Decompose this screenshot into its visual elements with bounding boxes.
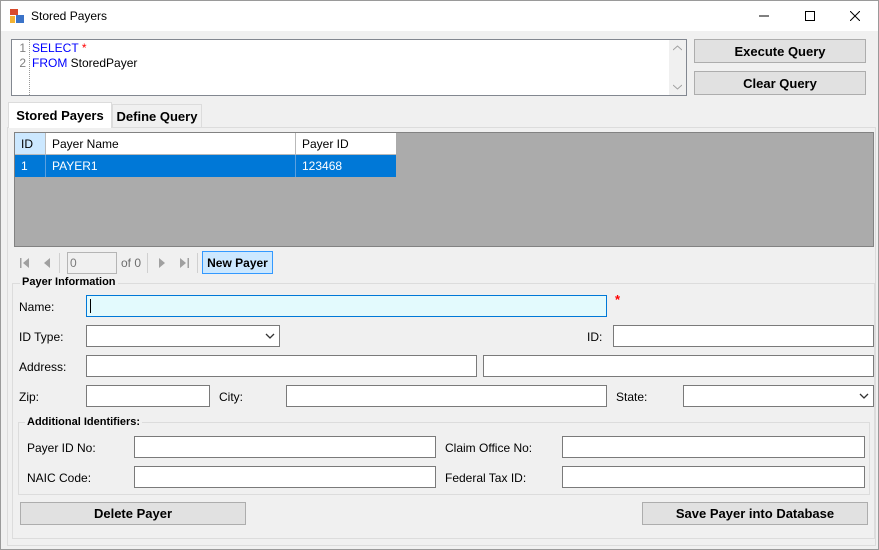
zip-label: Zip: — [19, 390, 40, 404]
maximize-icon — [805, 11, 815, 21]
sql-scrollbar[interactable] — [669, 40, 686, 95]
line-number-gutter: 1 2 — [12, 40, 30, 95]
execute-query-button[interactable]: Execute Query — [694, 39, 866, 63]
id-label: ID: — [587, 330, 603, 344]
naic-code-label: NAIC Code: — [27, 471, 92, 485]
payers-grid[interactable]: ID Payer Name Payer ID 1 PAYER1 123468 — [14, 132, 874, 247]
city-input[interactable] — [286, 385, 607, 407]
cell-payer-id[interactable]: 123468 — [296, 155, 396, 177]
title-bar[interactable]: Stored Payers — [1, 1, 878, 31]
close-button[interactable] — [832, 1, 878, 31]
state-select[interactable] — [683, 385, 874, 407]
chevron-down-icon — [859, 393, 869, 399]
record-count-label: of 0 — [121, 256, 142, 270]
column-header-payer-name[interactable]: Payer Name — [46, 133, 296, 155]
navigator-separator — [147, 253, 148, 273]
save-payer-button[interactable]: Save Payer into Database — [642, 502, 868, 525]
scroll-down-icon[interactable] — [673, 84, 682, 90]
move-last-icon[interactable] — [176, 256, 192, 270]
payer-information-group — [12, 283, 875, 539]
minimize-button[interactable] — [741, 1, 787, 31]
address-line2-input[interactable] — [483, 355, 874, 377]
close-icon — [850, 11, 860, 21]
text-cursor — [90, 299, 91, 313]
move-first-icon[interactable] — [17, 256, 33, 270]
stored-payers-window: Stored Payers 1 2 SELECT * FROM StoredPa… — [0, 0, 879, 550]
claim-office-no-label: Claim Office No: — [445, 441, 533, 455]
position-input[interactable]: 0 — [67, 252, 117, 274]
sql-query-editor[interactable]: 1 2 SELECT * FROM StoredPayer — [11, 39, 687, 96]
line-number: 1 — [19, 41, 26, 55]
payer-id-no-input[interactable] — [134, 436, 436, 458]
payer-information-title: Payer Information — [20, 276, 118, 288]
line-number: 2 — [19, 56, 26, 70]
sql-star: * — [81, 41, 87, 55]
navigator-separator — [59, 253, 60, 273]
id-type-select[interactable] — [86, 325, 280, 347]
column-header-id[interactable]: ID — [15, 133, 46, 155]
payer-id-no-label: Payer ID No: — [27, 441, 96, 455]
tab-stored-payers[interactable]: Stored Payers — [8, 102, 112, 128]
clear-query-button[interactable]: Clear Query — [694, 71, 866, 95]
minimize-icon — [759, 15, 769, 17]
delete-payer-button[interactable]: Delete Payer — [20, 502, 246, 525]
id-input[interactable] — [613, 325, 874, 347]
id-type-label: ID Type: — [19, 330, 64, 344]
new-payer-button[interactable]: New Payer — [202, 251, 273, 274]
move-previous-icon[interactable] — [40, 256, 56, 270]
naic-code-input[interactable] — [134, 466, 436, 488]
cell-id[interactable]: 1 — [15, 155, 46, 177]
scroll-up-icon[interactable] — [673, 45, 682, 51]
binding-navigator — [14, 250, 874, 276]
tab-define-query[interactable]: Define Query — [112, 104, 202, 127]
navigator-separator — [197, 253, 198, 273]
city-label: City: — [219, 390, 243, 404]
additional-identifiers-title: Additional Identifiers: — [25, 416, 143, 428]
sql-keyword-select: SELECT — [32, 41, 79, 55]
name-label: Name: — [19, 300, 55, 314]
address-line1-input[interactable] — [86, 355, 477, 377]
zip-input[interactable] — [86, 385, 210, 407]
maximize-button[interactable] — [787, 1, 833, 31]
federal-tax-id-input[interactable] — [562, 466, 865, 488]
sql-code: SELECT * FROM StoredPayer — [32, 41, 137, 71]
column-header-payer-id[interactable]: Payer ID — [296, 133, 396, 155]
required-asterisk: * — [615, 292, 621, 307]
federal-tax-id-label: Federal Tax ID: — [445, 471, 527, 485]
sql-keyword-from: FROM — [32, 56, 68, 70]
cell-payer-name[interactable]: PAYER1 — [46, 155, 296, 177]
move-next-icon[interactable] — [153, 256, 169, 270]
state-label: State: — [616, 390, 648, 404]
claim-office-no-input[interactable] — [562, 436, 865, 458]
app-icon — [10, 9, 24, 23]
address-label: Address: — [19, 360, 67, 374]
window-title: Stored Payers — [31, 9, 108, 23]
name-input[interactable] — [86, 295, 607, 317]
sql-table-name: StoredPayer — [70, 56, 138, 70]
chevron-down-icon — [265, 333, 275, 339]
